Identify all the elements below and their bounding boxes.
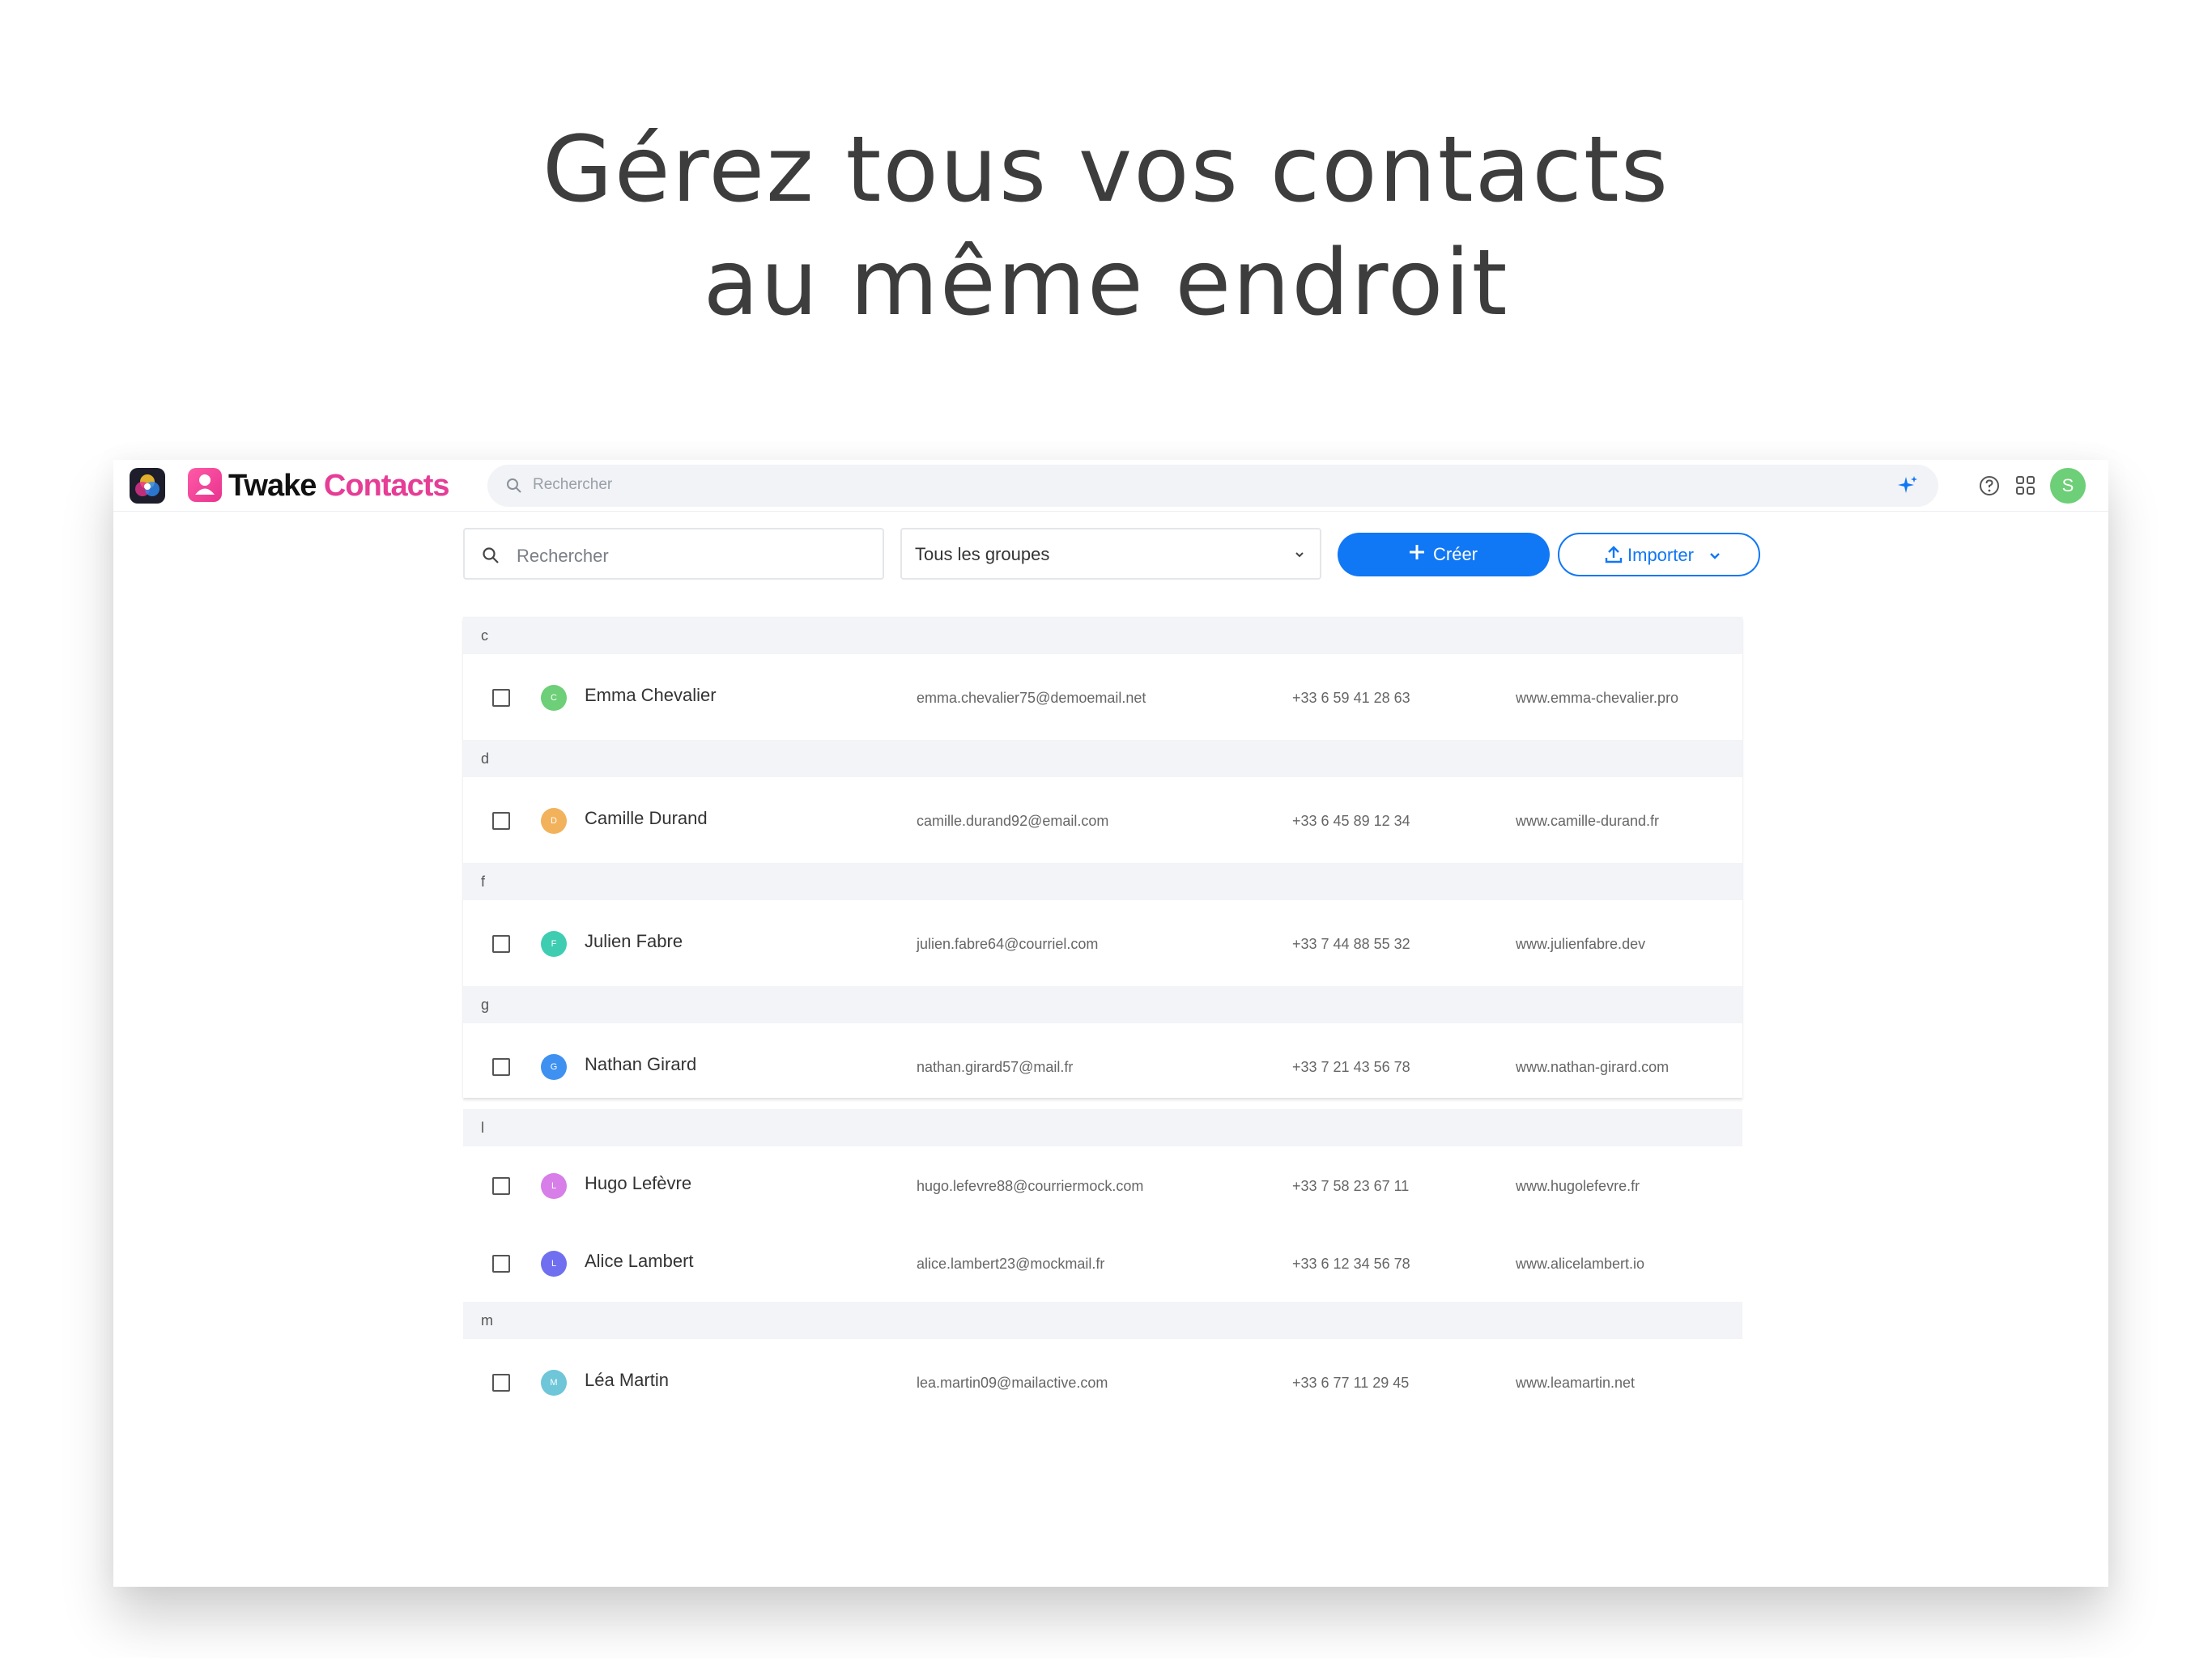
contact-avatar: L xyxy=(541,1251,567,1277)
contact-group-c: c C Emma Chevalier emma.chevalier75@demoema… xyxy=(463,617,1742,740)
contact-website: www.alicelambert.io xyxy=(1516,1256,1645,1272)
contact-row[interactable]: M Léa Martin lea.martin09@mailactive.com +3… xyxy=(463,1339,1742,1425)
select-checkbox[interactable] xyxy=(492,1177,510,1195)
brand-name-part2: Contacts xyxy=(323,469,450,503)
contact-phone: +33 7 44 88 55 32 xyxy=(1292,936,1410,952)
select-checkbox[interactable] xyxy=(492,935,510,953)
contact-email: nathan.girard57@mail.fr xyxy=(917,1059,1074,1075)
headline-line-1: Gérez tous vos contacts xyxy=(542,117,1670,223)
plus-icon xyxy=(1406,541,1428,568)
contacts-search-input[interactable]: Rechercher xyxy=(463,528,884,580)
select-checkbox[interactable] xyxy=(492,1374,510,1392)
group-letter-header: f xyxy=(463,863,1742,900)
contact-group-m: m M Léa Martin lea.martin09@mailactive.com +… xyxy=(463,1302,1742,1425)
contacts-logo-icon xyxy=(188,468,222,502)
select-checkbox[interactable] xyxy=(492,1255,510,1273)
contact-list: c C Emma Chevalier emma.chevalier75@demoema… xyxy=(463,617,1742,1396)
brand-name-part1: Twake xyxy=(228,469,317,503)
chevron-down-icon xyxy=(1292,547,1307,566)
apps-grid-icon[interactable] xyxy=(2014,474,2037,501)
contact-row[interactable]: C Emma Chevalier emma.chevalier75@demoemai… xyxy=(463,654,1742,740)
contact-phone: +33 7 58 23 67 11 xyxy=(1292,1178,1410,1194)
contact-avatar: L xyxy=(541,1173,567,1199)
contacts-search-placeholder: Rechercher xyxy=(517,546,609,566)
app-window: Twake Contacts Rechercher S Rechercher T… xyxy=(113,460,2108,1587)
app-switcher-icon[interactable] xyxy=(130,468,165,504)
select-checkbox[interactable] xyxy=(492,1058,510,1076)
contact-email: alice.lambert23@mockmail.fr xyxy=(917,1256,1105,1272)
create-contact-button[interactable]: Créer xyxy=(1338,533,1550,576)
headline-line-2: au même endroit xyxy=(703,231,1509,336)
contact-name: Camille Durand xyxy=(585,808,708,828)
import-button[interactable]: Importer xyxy=(1558,533,1760,576)
contact-website: www.nathan-girard.com xyxy=(1516,1059,1670,1075)
contact-website: www.leamartin.net xyxy=(1516,1375,1636,1391)
global-search-input[interactable]: Rechercher xyxy=(487,465,1938,507)
contact-phone: +33 6 59 41 28 63 xyxy=(1292,690,1410,706)
contact-email: julien.fabre64@courriel.com xyxy=(917,936,1099,952)
contact-group-d: d D Camille Durand camille.durand92@email.c… xyxy=(463,740,1742,863)
group-letter-header: c xyxy=(463,617,1742,654)
select-checkbox[interactable] xyxy=(492,812,510,830)
contact-row[interactable]: G Nathan Girard nathan.girard57@mail.fr +33… xyxy=(463,1023,1742,1109)
contact-name: Emma Chevalier xyxy=(585,685,717,705)
contact-website: www.hugolefevre.fr xyxy=(1516,1178,1640,1194)
group-letter-header: m xyxy=(463,1302,1742,1339)
contact-row[interactable]: L Alice Lambert alice.lambert23@mockmail.f… xyxy=(463,1224,1742,1302)
contact-row[interactable]: L Hugo Lefèvre hugo.lefevre88@courriermock… xyxy=(463,1146,1742,1224)
contact-phone: +33 7 21 43 56 78 xyxy=(1292,1059,1410,1075)
contact-name: Julien Fabre xyxy=(585,931,683,951)
group-filter-select[interactable]: Tous les groupes xyxy=(900,528,1321,580)
contact-avatar: F xyxy=(541,931,567,957)
contact-row[interactable]: D Camille Durand camille.durand92@email.co… xyxy=(463,777,1742,863)
contact-avatar: D xyxy=(541,808,567,834)
contact-avatar: G xyxy=(541,1054,567,1080)
contact-email: lea.martin09@mailactive.com xyxy=(917,1375,1108,1391)
contact-avatar: C xyxy=(541,685,567,711)
user-avatar[interactable]: S xyxy=(2050,468,2086,504)
search-icon xyxy=(505,477,523,499)
global-search-placeholder: Rechercher xyxy=(533,476,613,493)
contact-name: Hugo Lefèvre xyxy=(585,1173,692,1193)
group-letter-header: g xyxy=(463,986,1742,1023)
contact-group-g: g G Nathan Girard nathan.girard57@mail.fr +3… xyxy=(463,986,1742,1109)
contact-website: www.camille-durand.fr xyxy=(1516,813,1660,829)
select-checkbox[interactable] xyxy=(492,689,510,707)
brand-name: Twake Contacts xyxy=(228,468,449,504)
upload-icon xyxy=(1603,544,1624,569)
contact-row[interactable]: F Julien Fabre julien.fabre64@courriel.com… xyxy=(463,900,1742,986)
top-bar: Twake Contacts Rechercher S xyxy=(113,460,2108,512)
contact-phone: +33 6 45 89 12 34 xyxy=(1292,813,1410,829)
contact-email: hugo.lefevre88@courriermock.com xyxy=(917,1178,1144,1194)
contact-name: Alice Lambert xyxy=(585,1251,694,1271)
contact-phone: +33 6 12 34 56 78 xyxy=(1292,1256,1410,1272)
import-label: Importer xyxy=(1627,545,1694,565)
group-letter-header: l xyxy=(463,1109,1742,1146)
contact-group-l: l L Hugo Lefèvre hugo.lefevre88@courriermoc… xyxy=(463,1109,1742,1302)
create-contact-label: Créer xyxy=(1433,544,1478,564)
contact-email: emma.chevalier75@demoemail.net xyxy=(917,690,1146,706)
contact-name: Léa Martin xyxy=(585,1370,669,1390)
contact-email: camille.durand92@email.com xyxy=(917,813,1109,829)
contact-name: Nathan Girard xyxy=(585,1054,697,1074)
help-icon[interactable] xyxy=(1977,474,2001,502)
contact-avatar: M xyxy=(541,1370,567,1396)
contact-phone: +33 6 77 11 29 45 xyxy=(1292,1375,1410,1391)
ai-sparkle-icon[interactable] xyxy=(1896,474,1919,501)
contact-website: www.emma-chevalier.pro xyxy=(1516,690,1679,706)
contact-group-f: f F Julien Fabre julien.fabre64@courriel.co… xyxy=(463,863,1742,986)
search-icon xyxy=(481,546,500,569)
contact-website: www.julienfabre.dev xyxy=(1516,936,1646,952)
chevron-down-icon xyxy=(1707,547,1723,568)
group-letter-header: d xyxy=(463,740,1742,777)
marketing-headline: Gérez tous vos contacts au même endroit xyxy=(0,113,2212,340)
group-filter-value: Tous les groupes xyxy=(915,544,1050,564)
